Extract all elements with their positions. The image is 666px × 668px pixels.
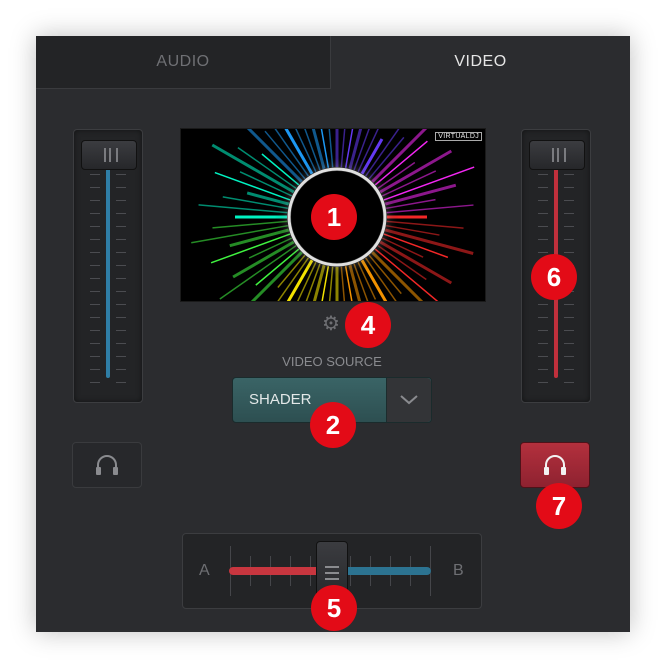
fader-tick	[564, 226, 574, 227]
fader-tick	[116, 174, 126, 175]
fader-tick	[90, 187, 100, 188]
fader-tick	[116, 304, 126, 305]
left-headphone-button[interactable]	[72, 442, 142, 488]
marker-4: 4	[345, 302, 391, 348]
fader-tick	[564, 200, 574, 201]
virtualdj-logo: VIRTUALDJ	[435, 132, 482, 141]
fader-tick	[116, 200, 126, 201]
right-headphone-button[interactable]	[520, 442, 590, 488]
gear-icon[interactable]: ⚙	[320, 313, 342, 335]
fader-tick	[538, 356, 548, 357]
fader-tick	[90, 174, 100, 175]
fader-tick	[116, 382, 126, 383]
fader-tick	[90, 239, 100, 240]
marker-2: 2	[310, 402, 356, 448]
marker-5: 5	[311, 585, 357, 631]
tab-video[interactable]: VIDEO	[331, 36, 630, 89]
marker-1: 1	[311, 194, 357, 240]
video-source-value: SHADER	[249, 391, 312, 408]
fader-tick	[90, 317, 100, 318]
video-source-heading: VIDEO SOURCE	[282, 354, 382, 369]
crossfader-label-b: B	[453, 562, 464, 579]
video-mixer-panel: AUDIO VIDEO VIRTUALDJ ⚙ VIDEO SOURCE SHA…	[36, 36, 630, 632]
marker-7: 7	[536, 483, 582, 529]
crossfader-deck-b-fill	[343, 567, 431, 575]
fader-tick	[538, 343, 548, 344]
fader-tick	[538, 226, 548, 227]
left-volume-fader[interactable]	[73, 129, 143, 403]
crossfader-deck-a-fill	[229, 567, 319, 575]
fader-tick	[116, 213, 126, 214]
fader-tick	[116, 330, 126, 331]
fader-tick	[538, 200, 548, 201]
fader-tick	[538, 382, 548, 383]
fader-tick	[564, 343, 574, 344]
fader-tick	[116, 187, 126, 188]
fader-tick	[90, 356, 100, 357]
fader-tick	[90, 252, 100, 253]
fader-tick	[116, 239, 126, 240]
fader-tick	[564, 330, 574, 331]
chevron-down-icon[interactable]	[387, 378, 431, 422]
fader-tick	[90, 304, 100, 305]
fader-tick	[564, 304, 574, 305]
fader-tick	[116, 291, 126, 292]
fader-tick	[564, 317, 574, 318]
fader-tick	[564, 187, 574, 188]
fader-tick	[90, 343, 100, 344]
fader-tick	[90, 330, 100, 331]
left-fader-handle[interactable]	[81, 140, 137, 170]
fader-tick	[564, 356, 574, 357]
fader-tick	[116, 369, 126, 370]
left-fader-track	[106, 166, 110, 378]
fader-tick	[90, 213, 100, 214]
crossfader-label-a: A	[199, 562, 210, 579]
fader-tick	[90, 291, 100, 292]
fader-tick	[564, 382, 574, 383]
fader-tick	[538, 239, 548, 240]
right-fader-handle[interactable]	[529, 140, 585, 170]
fader-tick	[564, 213, 574, 214]
fader-tick	[116, 317, 126, 318]
fader-tick	[538, 317, 548, 318]
fader-tick	[90, 265, 100, 266]
tab-bar: AUDIO VIDEO	[36, 36, 630, 89]
fader-tick	[116, 356, 126, 357]
fader-tick	[538, 252, 548, 253]
fader-tick	[538, 304, 548, 305]
fader-tick	[564, 369, 574, 370]
fader-tick	[538, 330, 548, 331]
fader-tick	[90, 226, 100, 227]
fader-tick	[116, 252, 126, 253]
fader-tick	[538, 174, 548, 175]
fader-tick	[564, 239, 574, 240]
fader-tick	[90, 200, 100, 201]
fader-tick	[116, 265, 126, 266]
fader-tick	[116, 226, 126, 227]
fader-tick	[90, 278, 100, 279]
fader-tick	[564, 174, 574, 175]
fader-tick	[564, 252, 574, 253]
fader-tick	[538, 369, 548, 370]
tab-audio[interactable]: AUDIO	[36, 36, 331, 88]
fader-tick	[90, 382, 100, 383]
headphones-icon	[96, 455, 118, 475]
fader-tick	[538, 187, 548, 188]
fader-tick	[116, 278, 126, 279]
fader-tick	[538, 213, 548, 214]
headphones-icon	[544, 455, 566, 475]
fader-tick	[90, 369, 100, 370]
marker-6: 6	[531, 254, 577, 300]
fader-tick	[116, 343, 126, 344]
